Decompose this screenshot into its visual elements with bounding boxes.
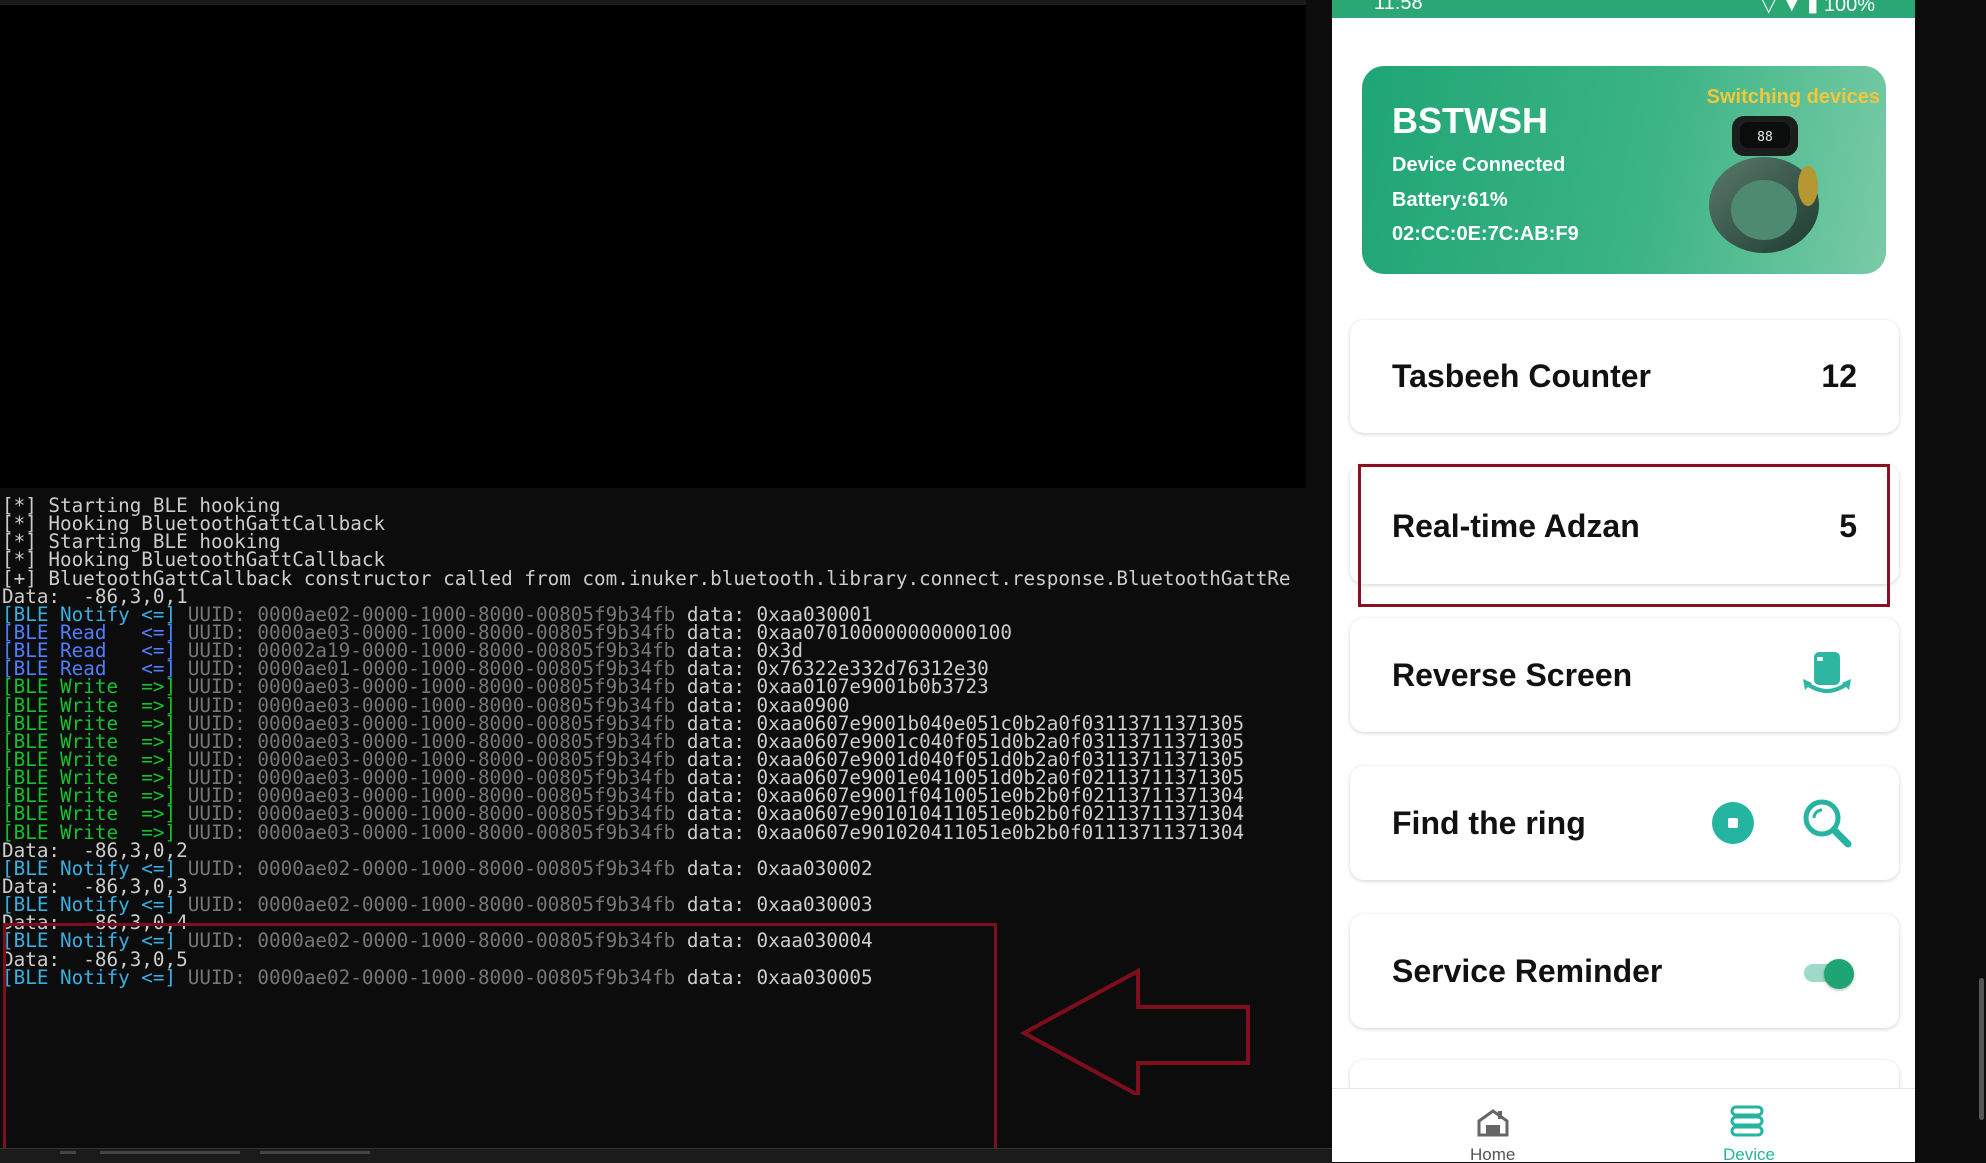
switching-devices-link[interactable]: Switching devices	[1707, 86, 1880, 109]
scrollbar[interactable]	[1979, 978, 1984, 1120]
terminal-line: [BLE Write =>] UUID: 0000ae03-0000-1000-…	[2, 821, 1244, 844]
status-icons: ▽ ▼ ▮ 100%	[1761, 0, 1875, 17]
nav-home[interactable]: Home	[1432, 1089, 1552, 1162]
terminal-line: [+] BluetoothGattCallback constructor ca…	[2, 566, 1291, 590]
find-ring-label: Find the ring	[1392, 805, 1586, 841]
device-mac-address: 02:CC:0E:7C:AB:F9	[1392, 223, 1579, 245]
service-reminder-toggle[interactable]	[1804, 959, 1854, 989]
device-name: BSTWSH	[1392, 100, 1548, 141]
phone-screen: 11:58 ▽ ▼ ▮ 100% BSTWSH Switching device…	[1332, 0, 1915, 1162]
service-reminder-label: Service Reminder	[1392, 953, 1663, 989]
nav-home-label: Home	[1470, 1145, 1516, 1162]
ble-data: data: 0xaa0607e901020411051e0b2b0f011137…	[675, 820, 1245, 844]
battery-percent: 100%	[1823, 0, 1875, 16]
find-ring-card[interactable]: Find the ring	[1350, 766, 1899, 880]
stop-icon[interactable]	[1711, 801, 1755, 845]
reverse-screen-label: Reverse Screen	[1392, 657, 1633, 693]
smart-ring-image: 88	[1709, 116, 1819, 253]
reverse-screen-icon[interactable]	[1801, 649, 1853, 701]
wifi-icon: ▼	[1781, 0, 1802, 16]
left-arrow-annotation	[1020, 967, 1250, 1095]
bottom-nav: Home Device	[1332, 1088, 1915, 1162]
nav-device[interactable]: Device	[1687, 1089, 1807, 1162]
ble-data: data: 0xaa030003	[675, 893, 873, 917]
highlight-box-adzan	[1358, 464, 1890, 607]
highlight-box-terminal	[3, 923, 997, 1159]
status-bar: 11:58 ▽ ▼ ▮ 100%	[1332, 0, 1915, 18]
ble-data: data: 0xaa030002	[675, 856, 873, 880]
battery-icon: ▮	[1807, 0, 1819, 16]
location-icon: ▽	[1760, 0, 1777, 16]
device-icon	[1730, 1105, 1764, 1137]
reverse-screen-card[interactable]: Reverse Screen	[1350, 618, 1899, 732]
nav-device-label: Device	[1723, 1145, 1775, 1162]
tasbeeh-counter-card[interactable]: Tasbeeh Counter 12	[1350, 320, 1899, 433]
window-top-strip	[0, 0, 1306, 5]
terminal-gap	[1306, 0, 1332, 488]
ble-uuid: UUID: 0000ae02-0000-1000-8000-00805f9b34…	[176, 856, 676, 880]
status-time: 11:58	[1374, 0, 1423, 14]
ble-uuid: UUID: 0000ae03-0000-1000-8000-00805f9b34…	[176, 820, 676, 844]
tasbeeh-counter-value: 12	[1821, 358, 1857, 394]
service-reminder-card[interactable]: Service Reminder	[1350, 914, 1899, 1028]
right-gutter	[1915, 0, 1986, 1162]
video-area	[0, 0, 1306, 488]
ring-display-digits: 88	[1757, 130, 1773, 145]
tasbeeh-counter-label: Tasbeeh Counter	[1392, 358, 1651, 394]
device-connection-status: Device Connected	[1392, 154, 1566, 176]
ble-uuid: UUID: 0000ae02-0000-1000-8000-00805f9b34…	[176, 893, 676, 917]
search-icon[interactable]	[1801, 797, 1853, 849]
terminal-bottom-strip	[0, 1148, 1332, 1163]
device-battery: Battery:61%	[1392, 189, 1508, 211]
device-card[interactable]: BSTWSH Switching devices Device Connecte…	[1362, 66, 1886, 274]
home-icon	[1477, 1109, 1509, 1137]
